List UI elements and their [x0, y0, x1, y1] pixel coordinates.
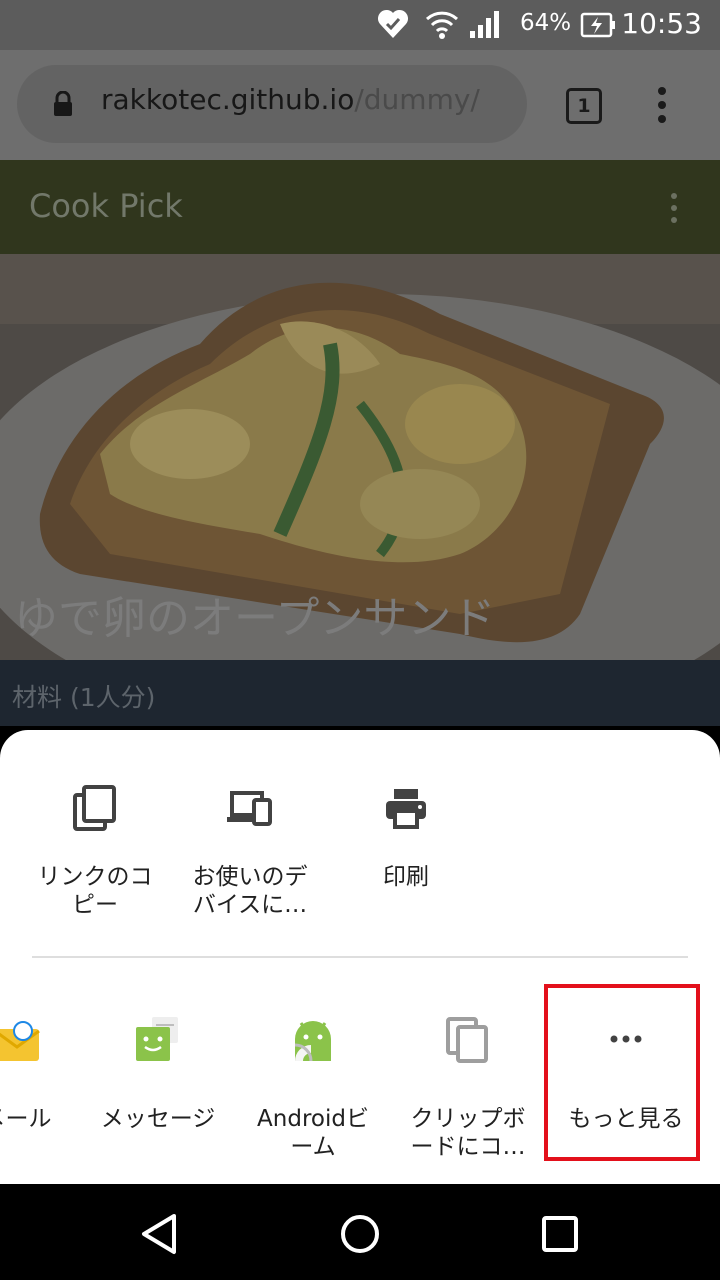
browser-toolbar: rakkotec.github.io/dummy/ 1: [0, 50, 720, 160]
copy-link-icon: [73, 785, 116, 831]
home-icon[interactable]: [338, 1212, 382, 1256]
recipe-title: ゆで卵のオープンサンド: [14, 593, 496, 644]
back-icon[interactable]: [138, 1212, 182, 1256]
app-title: Cook Pick: [29, 187, 183, 225]
tab-switcher-button[interactable]: 1: [566, 88, 602, 124]
signal-icon: [470, 11, 499, 38]
send-to-devices-icon: [227, 791, 272, 826]
wifi-icon: [425, 11, 459, 39]
navigation-bar: [0, 1184, 720, 1280]
ingredients-header: 材料 (1人分): [0, 660, 720, 726]
clock: 10:53: [621, 7, 702, 40]
app-android-beam-label: Androidビ ーム: [257, 1106, 369, 1160]
health-icon: [377, 9, 409, 39]
clipboard-icon: [446, 1017, 488, 1063]
status-bar: 64% 10:53: [0, 0, 720, 50]
more-vert-icon[interactable]: [652, 85, 672, 125]
url-bar[interactable]: rakkotec.github.io/dummy/: [17, 65, 527, 143]
share-sheet: リンクのコ ピー お使いのデ バイスに… 印刷 メール: [0, 730, 720, 1184]
messages-icon: [136, 1017, 178, 1061]
battery-charging-icon: [580, 12, 615, 38]
mail-icon: [0, 1021, 40, 1061]
sheet-divider: [32, 956, 688, 958]
app-mail-label: メール: [0, 1106, 52, 1132]
android-beam-icon: [294, 1021, 331, 1062]
print-icon: [386, 789, 426, 829]
print-label: 印刷: [383, 864, 429, 890]
copy-link-label: リンクのコ ピー: [37, 864, 153, 918]
url-path: /dummy/: [354, 83, 480, 116]
recipe-hero: ゆで卵のオープンサンド: [0, 254, 720, 660]
app-copy-clipboard-label: クリップボ ードにコ…: [410, 1106, 526, 1160]
battery-percent: 64%: [520, 10, 572, 36]
send-to-devices-label: お使いのデ バイスに…: [192, 864, 308, 918]
highlight-box: [544, 984, 700, 1161]
lock-icon: [54, 91, 72, 116]
url-text[interactable]: rakkotec.github.io/dummy/: [101, 83, 480, 116]
ingredients-label: 材料 (1人分): [12, 683, 156, 712]
url-host: rakkotec.github.io: [101, 83, 355, 116]
recents-icon[interactable]: [538, 1212, 582, 1256]
app-bar: Cook Pick: [0, 160, 720, 254]
app-messages-label: メッセージ: [100, 1106, 216, 1132]
app-menu-icon[interactable]: [664, 190, 684, 226]
